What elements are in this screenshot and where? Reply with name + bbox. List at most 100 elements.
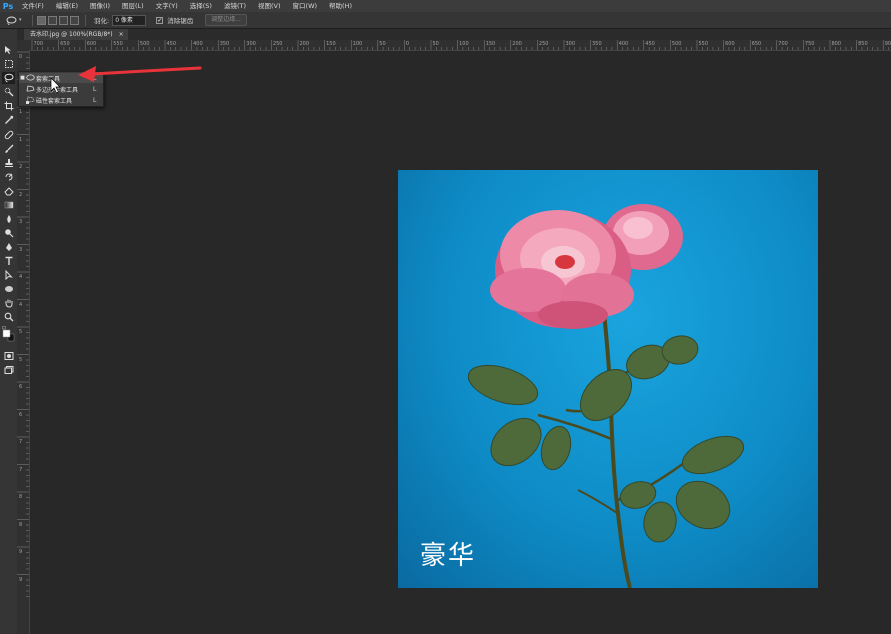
options-bar: ▾ 羽化: 0 像素 ✓ 消除锯齿 调整边缘... [0, 12, 891, 29]
menu-image[interactable]: 图像(I) [84, 0, 116, 12]
clone-stamp-tool[interactable] [2, 157, 15, 169]
hand-tool[interactable] [2, 297, 15, 309]
flyout-item-label: 套索工具 [36, 75, 61, 83]
ruler-tick-label: 250 [538, 41, 549, 47]
path-selection-tool[interactable] [2, 269, 15, 281]
ruler-tick-label: 250 [272, 41, 283, 47]
magnetic-lasso-icon [26, 96, 36, 105]
zoom-icon [4, 312, 13, 322]
feather-input[interactable]: 0 像素 [112, 14, 147, 26]
flyout-item-polygonal-lasso[interactable]: 多边形套索工具 L [19, 84, 103, 94]
checkmark-icon: ✓ [157, 16, 163, 24]
history-brush-icon [5, 173, 12, 181]
pen-tool[interactable] [2, 241, 15, 253]
document-image[interactable]: 豪华 [398, 170, 818, 588]
ruler-tick-label: 550 [698, 41, 709, 47]
ruler-tick-label: 350 [592, 41, 602, 47]
separator [32, 14, 33, 26]
dodge-tool[interactable] [2, 227, 15, 239]
ruler-tick-label: 7 [19, 439, 23, 445]
menu-file[interactable]: 文件(F) [16, 0, 50, 12]
brush-icon [4, 144, 13, 153]
menu-select[interactable]: 选择(S) [184, 0, 218, 12]
brush-tool[interactable] [2, 143, 15, 155]
ruler-tick-label: 8 [19, 494, 23, 500]
tools-panel [0, 29, 18, 634]
menu-bar: Ps 文件(F) 编辑(E) 图像(I) 图层(L) 文字(Y) 选择(S) 滤… [0, 0, 891, 12]
quick-selection-tool[interactable] [2, 86, 15, 98]
ruler-tick-label: 700 [778, 41, 788, 47]
eyedropper-tool[interactable] [2, 114, 15, 126]
ruler-tick-label: 750 [804, 41, 815, 47]
menu-layer[interactable]: 图层(L) [116, 0, 150, 12]
tool-preset-picker[interactable]: ▾ [6, 14, 28, 27]
hand-icon [5, 299, 12, 308]
bandage-icon [4, 130, 13, 140]
menu-help[interactable]: 帮助(H) [323, 0, 358, 12]
menu-filter[interactable]: 滤镜(T) [218, 0, 252, 12]
flyout-item-label: 磁性套索工具 [36, 97, 73, 105]
menu-type[interactable]: 文字(Y) [150, 0, 184, 12]
refine-edge-button[interactable]: 调整边缘... [205, 14, 247, 26]
ruler-tick-label: 4 [19, 301, 23, 308]
blur-tool[interactable] [2, 213, 15, 225]
screen-mode-button[interactable] [2, 364, 15, 376]
intersect-selection-button[interactable] [70, 15, 79, 25]
ruler-tick-label: 2 [19, 191, 23, 198]
color-swatches[interactable] [2, 325, 15, 345]
polygonal-lasso-icon [26, 85, 36, 94]
vertical-ruler[interactable]: 05112233445566778899 [17, 50, 30, 634]
ruler-tick-label: 500 [671, 41, 682, 47]
crop-tool[interactable] [2, 100, 15, 112]
ruler-tick-label: 650 [60, 41, 70, 47]
flyout-item-lasso[interactable]: ■ 套索工具 L [19, 73, 103, 83]
ruler-tick-label: 200 [512, 41, 522, 47]
gradient-icon [4, 201, 13, 209]
marquee-tool[interactable] [2, 58, 15, 70]
close-icon[interactable]: × [119, 29, 124, 40]
ruler-tick-label: 0 [19, 54, 23, 60]
lasso-tool[interactable] [2, 72, 15, 84]
eraser-tool[interactable] [2, 185, 15, 197]
menu-edit[interactable]: 编辑(E) [50, 0, 84, 12]
new-selection-button[interactable] [37, 15, 46, 25]
shape-tool[interactable] [2, 283, 15, 295]
move-tool[interactable] [2, 44, 15, 56]
healing-brush-tool[interactable] [2, 129, 15, 141]
ruler-tick-label: 900 [884, 41, 891, 47]
eraser-icon [3, 187, 14, 196]
add-to-selection-button[interactable] [48, 15, 57, 25]
ruler-corner [17, 40, 30, 50]
history-brush-tool[interactable] [2, 171, 15, 183]
quick-mask-button[interactable] [2, 350, 15, 362]
path-selection-icon [5, 270, 13, 280]
ruler-tick-label: 350 [219, 41, 230, 47]
ruler-tick-label: 500 [139, 41, 150, 47]
antialias-label: 消除锯齿 [167, 17, 194, 25]
subtract-from-selection-button[interactable] [59, 15, 68, 25]
ruler-tick-label: 850 [858, 41, 868, 47]
horizontal-ruler[interactable]: 700 650 600 550 500 450 400 350 300 250 200 150 100 5… [30, 40, 891, 51]
ruler-tick-label: 300 [565, 41, 576, 47]
ruler-tick-label: 0 [405, 41, 410, 47]
flyout-item-magnetic-lasso[interactable]: 磁性套索工具 L [19, 95, 103, 105]
type-tool[interactable] [2, 255, 15, 267]
menu-window[interactable]: 窗口(W) [287, 0, 324, 12]
menu-view[interactable]: 视图(V) [252, 0, 287, 12]
ruler-tick-label: 100 [459, 41, 469, 47]
document-tab-bar: 去水印.jpg @ 100%(RGB/8*) × [17, 29, 891, 40]
chevron-down-icon: ▾ [19, 17, 22, 23]
ruler-tick-label: 100 [352, 41, 363, 47]
antialias-checkbox[interactable]: ✓ [156, 16, 164, 24]
gradient-tool[interactable] [2, 199, 15, 211]
ruler-tick-label: 8 [19, 521, 23, 528]
zoom-tool[interactable] [2, 311, 15, 323]
document-tab[interactable]: 去水印.jpg @ 100%(RGB/8*) × [24, 29, 128, 40]
ruler-tick-label: 800 [831, 41, 842, 47]
ruler-tick-label: 7 [19, 466, 23, 473]
ruler-tick-label: 5 [19, 329, 23, 335]
ruler-tick-label: 200 [299, 41, 310, 47]
quick-selection-icon [4, 87, 13, 97]
ruler-tick-label: 2 [19, 164, 23, 170]
watermark-text: 豪华 [420, 541, 477, 571]
